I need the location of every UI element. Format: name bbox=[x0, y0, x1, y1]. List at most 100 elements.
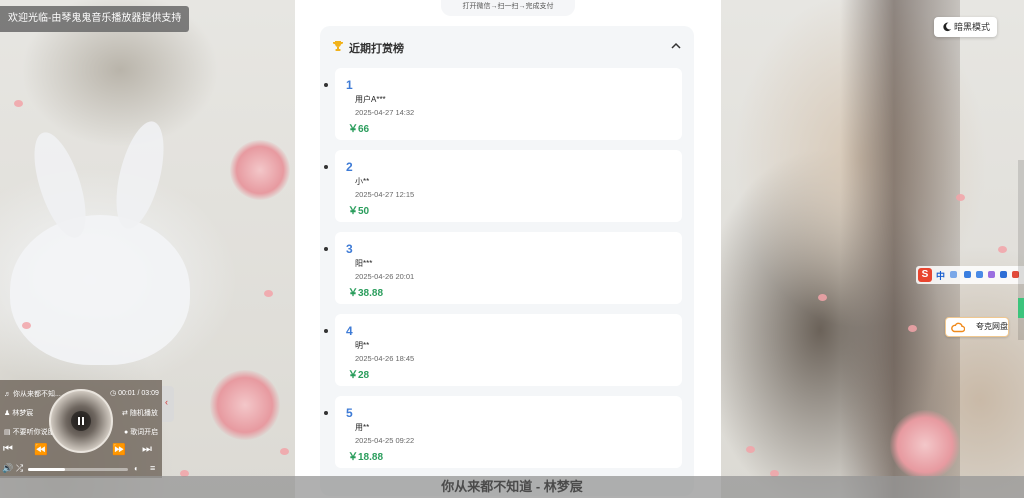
progress-bar[interactable] bbox=[28, 468, 128, 471]
progress-fill bbox=[28, 468, 65, 471]
play-time: 00:01 / 03:09 bbox=[118, 390, 159, 397]
list-bullet bbox=[324, 165, 328, 169]
artist-row: ♟ 林梦宸 bbox=[4, 408, 33, 418]
donor-name: 小** bbox=[355, 177, 370, 186]
list-bullet bbox=[324, 411, 328, 415]
list-item: 3 阳*** 2025-04-26 20:01 ￥38.88 bbox=[324, 232, 682, 304]
donor-name: 明** bbox=[355, 341, 370, 350]
flower bbox=[230, 140, 290, 200]
lyrics-row[interactable]: ● 歌词开启 bbox=[124, 427, 158, 437]
chevron-left-icon: ‹ bbox=[165, 397, 168, 407]
petal bbox=[818, 294, 827, 301]
list-item: 2 小** 2025-04-27 12:15 ￥50 bbox=[324, 150, 682, 222]
list-bullet bbox=[324, 329, 328, 333]
petal bbox=[280, 448, 289, 455]
dark-mode-label: 暗黑模式 bbox=[954, 22, 991, 32]
microphone-icon[interactable] bbox=[964, 271, 971, 278]
scroll-thumb[interactable] bbox=[1018, 298, 1024, 318]
donation-date: 2025-04-27 14:32 bbox=[355, 108, 415, 117]
play-mode-row[interactable]: ⇄ 随机播放 bbox=[122, 408, 158, 418]
donation-amount: ￥18.88 bbox=[348, 452, 384, 463]
moon-icon bbox=[943, 22, 952, 32]
cloud-icon bbox=[951, 322, 965, 333]
donation-date: 2025-04-27 12:15 bbox=[355, 190, 415, 199]
skip-forward-icon[interactable]: ⏭ bbox=[142, 443, 152, 456]
now-playing-bar: 你从来都不知道 - 林梦宸 bbox=[0, 476, 1024, 498]
donation-panel: 打开微信→扫一扫→完成支付 近期打赏榜 1 用户A*** 2025-04-27 … bbox=[295, 0, 721, 498]
quark-drive-button[interactable]: 夸克网盘 bbox=[945, 317, 1009, 337]
playlist-icon[interactable]: ≡ bbox=[150, 463, 155, 473]
qr-hint: 打开微信→扫一扫→完成支付 bbox=[441, 0, 575, 16]
petal bbox=[14, 100, 23, 107]
keyboard-icon[interactable] bbox=[976, 271, 983, 278]
dark-mode-button[interactable]: 暗黑模式 bbox=[934, 17, 997, 37]
donor-name: 用** bbox=[355, 423, 370, 432]
volume-icon[interactable]: 🔊 bbox=[2, 463, 13, 474]
album-name: 不要听你说服 bbox=[12, 429, 55, 436]
song-title: 你从来都不知... bbox=[12, 391, 61, 398]
board-header[interactable]: 近期打赏榜 bbox=[320, 26, 694, 68]
music-note-icon: ♬ bbox=[4, 391, 11, 398]
petal bbox=[956, 194, 965, 201]
toolbox-icon[interactable] bbox=[1000, 271, 1007, 278]
donation-date: 2025-04-26 20:01 bbox=[355, 272, 415, 281]
time-row: ◷ 00:01 / 03:09 bbox=[110, 389, 159, 397]
toggle-icon[interactable]: ◐ bbox=[134, 464, 139, 473]
petal bbox=[264, 290, 273, 297]
folder-icon: ▤ bbox=[4, 429, 11, 436]
artist-name: 林梦宸 bbox=[12, 410, 34, 417]
clock-icon: ◷ bbox=[110, 390, 117, 397]
skip-back-icon[interactable]: ⏮ bbox=[3, 443, 13, 456]
play-mode[interactable]: 随机播放 bbox=[130, 410, 158, 417]
donation-date: 2025-04-26 18:45 bbox=[355, 354, 415, 363]
petal bbox=[22, 322, 31, 329]
list-item: 1 用户A*** 2025-04-27 14:32 ￥66 bbox=[324, 68, 682, 140]
rank-number: 2 bbox=[346, 160, 353, 174]
donation-amount: ￥28 bbox=[348, 370, 370, 381]
album-row: ▤ 不要听你说服 bbox=[4, 427, 55, 437]
chevron-up-icon[interactable] bbox=[670, 40, 682, 52]
bunny-ear bbox=[107, 116, 173, 234]
donation-amount: ￥50 bbox=[348, 206, 370, 217]
rank-number: 5 bbox=[346, 406, 353, 420]
welcome-banner: 欢迎光临-由琴鬼鬼音乐播放器提供支持 bbox=[0, 6, 190, 32]
rank-number: 3 bbox=[346, 242, 353, 256]
pause-button[interactable] bbox=[71, 411, 91, 431]
player-collapse-tab[interactable]: ‹ bbox=[162, 386, 174, 422]
lyrics-toggle[interactable]: 歌词开启 bbox=[130, 429, 158, 436]
shuffle-icon[interactable]: ⤮ bbox=[16, 463, 23, 474]
music-player: ♬ 你从来都不知... ◷ 00:01 / 03:09 ♟ 林梦宸 ⇄ 随机播放… bbox=[0, 380, 162, 478]
donation-amount: ￥38.88 bbox=[348, 288, 384, 299]
petal bbox=[908, 325, 917, 332]
user-icon: ♟ bbox=[4, 410, 11, 417]
flower bbox=[210, 370, 280, 440]
page-scrollbar[interactable] bbox=[1018, 160, 1024, 340]
ime-toolbar[interactable]: S 中 bbox=[916, 266, 1024, 284]
bunny-shape bbox=[10, 215, 190, 365]
shuffle-icon: ⇄ bbox=[122, 410, 128, 417]
petal bbox=[746, 446, 755, 453]
list-item: 5 用** 2025-04-25 09:22 ￥18.88 bbox=[324, 396, 682, 468]
punctuation-icon[interactable] bbox=[950, 271, 957, 278]
ime-language[interactable]: 中 bbox=[936, 269, 945, 282]
rewind-icon[interactable]: ⏪ bbox=[34, 443, 48, 456]
rank-number: 1 bbox=[346, 78, 353, 92]
list-bullet bbox=[324, 247, 328, 251]
skin-icon[interactable] bbox=[988, 271, 995, 278]
petal bbox=[998, 246, 1007, 253]
fast-forward-icon[interactable]: ⏩ bbox=[112, 443, 126, 456]
donation-amount: ￥66 bbox=[348, 124, 370, 135]
list-item: 4 明** 2025-04-26 18:45 ￥28 bbox=[324, 314, 682, 386]
donation-date: 2025-04-25 09:22 bbox=[355, 436, 415, 445]
album-cover bbox=[49, 389, 113, 453]
sogou-icon[interactable]: S bbox=[918, 268, 932, 282]
trophy-icon bbox=[333, 41, 343, 51]
donor-name: 用户A*** bbox=[355, 95, 386, 104]
recent-donations-board: 近期打赏榜 1 用户A*** 2025-04-27 14:32 ￥66 2 小*… bbox=[320, 26, 694, 496]
flower bbox=[890, 410, 960, 480]
rank-number: 4 bbox=[346, 324, 353, 338]
list-bullet bbox=[324, 83, 328, 87]
board-title: 近期打赏榜 bbox=[349, 43, 404, 55]
donor-name: 阳*** bbox=[355, 259, 373, 268]
quark-drive-label: 夸克网盘 bbox=[976, 322, 1008, 331]
